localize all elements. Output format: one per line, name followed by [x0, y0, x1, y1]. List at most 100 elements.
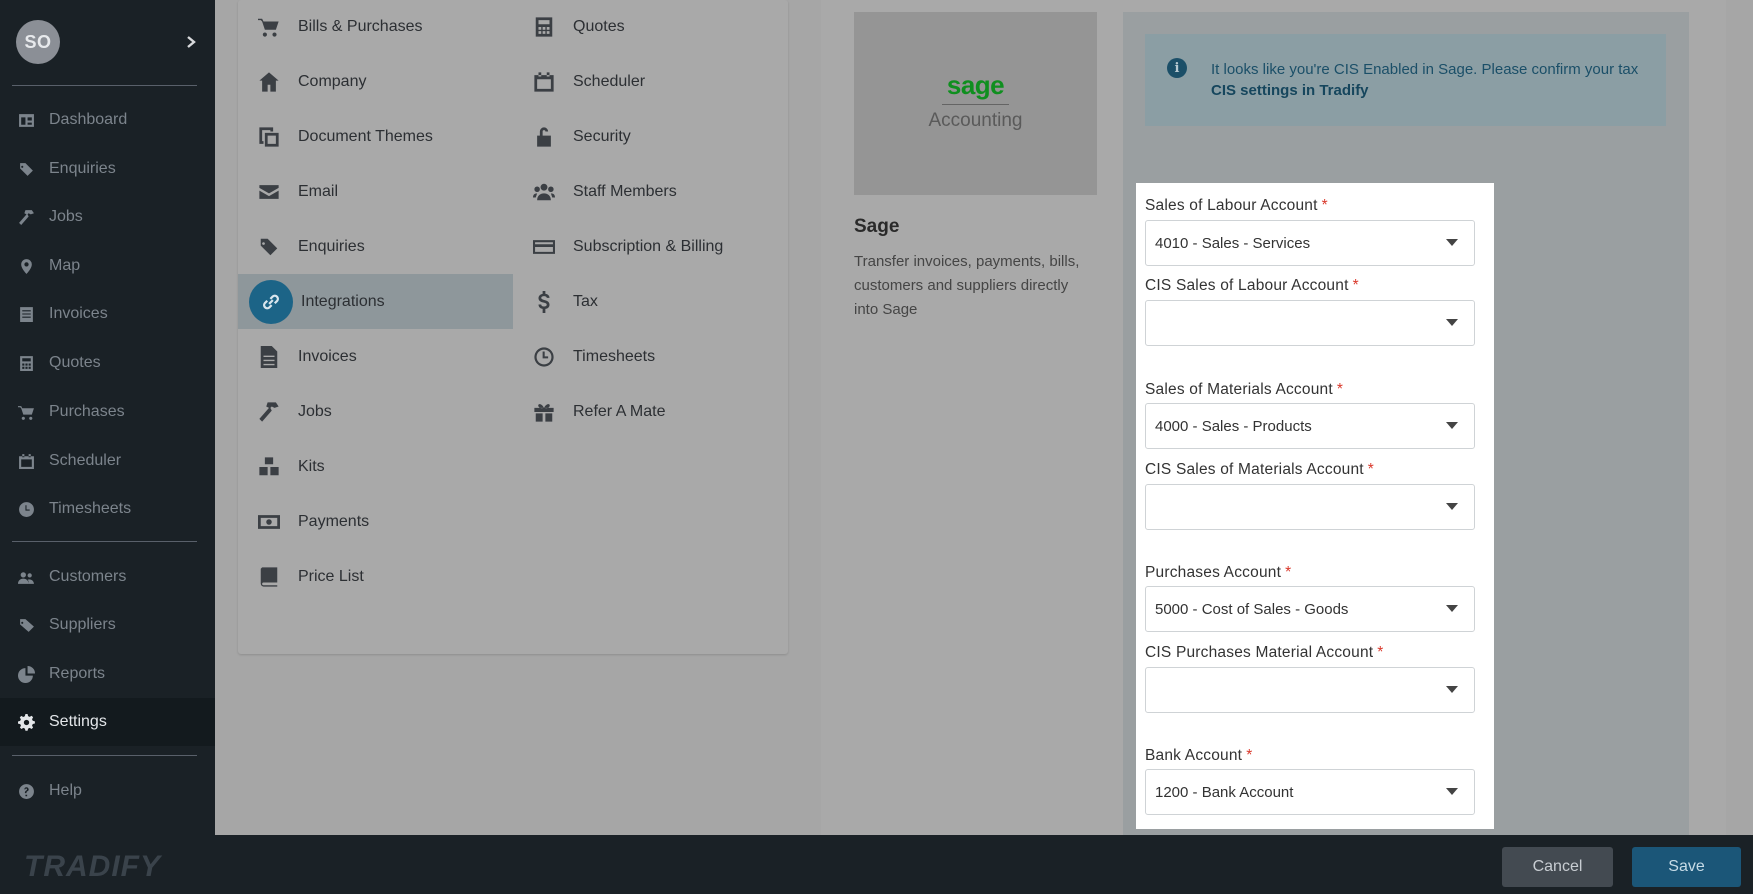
sidebar-item-label: Quotes: [49, 354, 101, 371]
sidebar-item-label: Reports: [49, 665, 106, 682]
sidebar-item-suppliers[interactable]: Suppliers: [0, 601, 215, 649]
settings-item-document-themes[interactable]: Document Themes: [238, 109, 513, 164]
cis-sales-labour-account-select[interactable]: [1145, 300, 1475, 346]
gear-icon: [16, 712, 36, 732]
sidebar-item-label: Timesheets: [49, 500, 132, 517]
settings-item-timesheets[interactable]: Timesheets: [513, 329, 788, 384]
avatar[interactable]: SO: [16, 20, 60, 64]
settings-item-label: Scheduler: [573, 72, 646, 90]
bank-account-select[interactable]: 1200 - Bank Account: [1145, 769, 1475, 815]
settings-item-enquiries[interactable]: Enquiries: [238, 219, 513, 274]
cis-purchases-material-account-select[interactable]: [1145, 667, 1475, 713]
integration-title: Sage: [854, 216, 900, 237]
cis-sales-materials-account-select[interactable]: [1145, 484, 1475, 530]
calculator-icon: [531, 14, 557, 40]
sidebar-item-jobs[interactable]: Jobs: [0, 193, 215, 241]
sidebar-item-label: Jobs: [49, 208, 83, 225]
logo-divider: [942, 104, 1009, 105]
select-value: 5000 - Cost of Sales - Goods: [1155, 600, 1349, 618]
settings-item-label: Kits: [298, 457, 325, 475]
hammer-icon: [16, 207, 36, 227]
settings-item-subscription-billing[interactable]: Subscription & Billing: [513, 219, 788, 274]
cis-notice: i It looks like you're CIS Enabled in Sa…: [1145, 34, 1666, 126]
calendar-icon: [531, 69, 557, 95]
field-label-cis-sales-materials: CIS Sales of Materials Account *: [1145, 461, 1375, 478]
caret-down-icon: [1446, 788, 1458, 795]
copy-icon: [256, 124, 282, 150]
caret-down-icon: [1446, 605, 1458, 612]
field-label-cis-sales-labour: CIS Sales of Labour Account *: [1145, 277, 1359, 294]
cubes-icon: [256, 454, 282, 480]
settings-item-label: Staff Members: [573, 182, 677, 200]
caret-down-icon: [1446, 239, 1458, 246]
caret-down-icon: [1446, 319, 1458, 326]
sidebar-item-label: Purchases: [49, 403, 125, 420]
settings-item-quotes[interactable]: Quotes: [513, 0, 788, 54]
question-icon: [16, 781, 36, 801]
book-icon: [256, 564, 282, 590]
settings-item-label: Invoices: [298, 347, 357, 365]
tags-icon: [256, 234, 282, 260]
gift-icon: [531, 399, 557, 425]
settings-item-invoices[interactable]: Invoices: [238, 329, 513, 384]
field-label-bank: Bank Account *: [1145, 747, 1253, 764]
settings-item-label: Integrations: [301, 292, 385, 310]
credit-card-icon: [531, 234, 557, 260]
settings-item-jobs[interactable]: Jobs: [238, 384, 513, 439]
sidebar-item-settings[interactable]: Settings: [0, 698, 215, 746]
settings-item-email[interactable]: Email: [238, 164, 513, 219]
sidebar-item-customers[interactable]: Customers: [0, 553, 215, 601]
settings-item-kits[interactable]: Kits: [238, 439, 513, 494]
sales-labour-account-select[interactable]: 4010 - Sales - Services: [1145, 220, 1475, 266]
settings-item-refer-a-mate[interactable]: Refer A Mate: [513, 384, 788, 439]
sidebar-divider: [12, 85, 197, 86]
cancel-button[interactable]: Cancel: [1502, 847, 1613, 887]
sidebar-item-label: Customers: [49, 568, 127, 585]
chevron-right-icon[interactable]: [181, 32, 201, 52]
sidebar-item-quotes[interactable]: Quotes: [0, 339, 215, 387]
sidebar-item-timesheets[interactable]: Timesheets: [0, 485, 215, 533]
calendar-icon: [16, 451, 36, 471]
info-icon: i: [1167, 58, 1187, 78]
tags-icon: [16, 159, 36, 179]
tradify-logo: TRADIFY: [24, 850, 161, 883]
settings-item-payments[interactable]: Payments: [238, 494, 513, 549]
purchases-account-select[interactable]: 5000 - Cost of Sales - Goods: [1145, 586, 1475, 632]
sidebar: SO Dashboard Enquiries Jobs Map Invoices…: [0, 0, 215, 835]
sidebar-item-scheduler[interactable]: Scheduler: [0, 437, 215, 485]
map-marker-icon: [16, 256, 36, 276]
sidebar-item-reports[interactable]: Reports: [0, 650, 215, 698]
logo-wordmark: sage: [946, 70, 1005, 100]
sidebar-item-enquiries[interactable]: Enquiries: [0, 145, 215, 193]
sidebar-item-purchases[interactable]: Purchases: [0, 388, 215, 436]
hammer-icon: [256, 399, 282, 425]
user-row[interactable]: SO: [16, 20, 201, 64]
settings-item-label: Price List: [298, 567, 364, 585]
settings-item-integrations[interactable]: Integrations: [238, 274, 513, 329]
sidebar-item-help[interactable]: Help: [0, 767, 215, 815]
settings-item-price-list[interactable]: Price List: [238, 549, 513, 604]
settings-item-label: Refer A Mate: [573, 402, 666, 420]
sidebar-divider: [12, 755, 197, 756]
footer-bar: [0, 835, 1753, 894]
settings-item-bills-purchases[interactable]: Bills & Purchases: [238, 0, 513, 54]
sidebar-item-map[interactable]: Map: [0, 242, 215, 290]
users-icon: [16, 567, 36, 587]
sidebar-divider: [12, 541, 197, 542]
cis-settings-link[interactable]: CIS settings in Tradify: [1211, 82, 1369, 99]
settings-item-tax[interactable]: Tax: [513, 274, 788, 329]
settings-item-security[interactable]: Security: [513, 109, 788, 164]
integration-description: Transfer invoices, payments, bills, cust…: [854, 253, 1080, 318]
calculator-icon: [16, 353, 36, 373]
settings-item-scheduler[interactable]: Scheduler: [513, 54, 788, 109]
sidebar-item-dashboard[interactable]: Dashboard: [0, 96, 215, 144]
settings-item-staff-members[interactable]: Staff Members: [513, 164, 788, 219]
sidebar-item-invoices[interactable]: Invoices: [0, 290, 215, 338]
select-value: 4010 - Sales - Services: [1155, 234, 1311, 252]
save-button[interactable]: Save: [1632, 847, 1741, 887]
settings-menu: Bills & Purchases Company Document Theme…: [238, 0, 788, 654]
sales-materials-account-select[interactable]: 4000 - Sales - Products: [1145, 403, 1475, 449]
home-icon: [256, 69, 282, 95]
settings-item-company[interactable]: Company: [238, 54, 513, 109]
settings-item-label: Enquiries: [298, 237, 365, 255]
